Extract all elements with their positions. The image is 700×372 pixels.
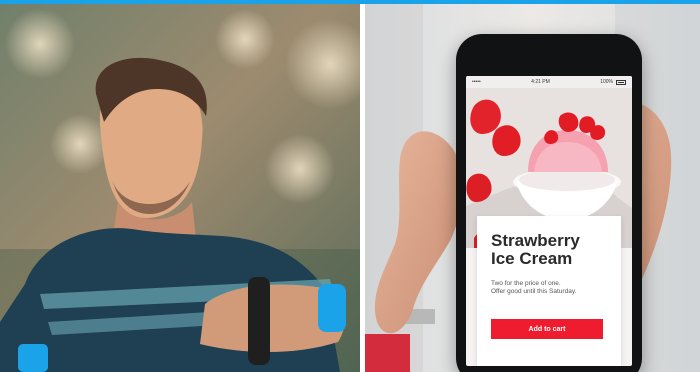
right-photo-phone-promo: ••••• 4:21 PM 100% Strawberry Ice Cream … xyxy=(365,4,700,372)
status-bar: ••••• 4:21 PM 100% xyxy=(466,76,632,88)
battery-percent: 100% xyxy=(600,79,613,85)
status-time: 4:21 PM xyxy=(531,79,550,85)
promo-title-line-1: Strawberry xyxy=(491,231,580,250)
promo-title-line-2: Ice Cream xyxy=(491,249,573,268)
status-right: 100% xyxy=(600,79,626,85)
promo-description: Two for the price of one. Offer good unt… xyxy=(491,280,577,295)
add-to-cart-button[interactable]: Add to cart xyxy=(491,319,603,339)
runner-photo xyxy=(0,4,360,372)
signal-indicator: ••••• xyxy=(472,79,481,85)
left-photo-man-with-smartwatch xyxy=(0,4,360,372)
promo-title: Strawberry Ice Cream xyxy=(491,232,607,268)
promo-card: Strawberry Ice Cream Two for the price o… xyxy=(477,216,621,366)
battery-icon xyxy=(616,79,626,85)
phone-screen: ••••• 4:21 PM 100% Strawberry Ice Cream … xyxy=(466,76,632,366)
